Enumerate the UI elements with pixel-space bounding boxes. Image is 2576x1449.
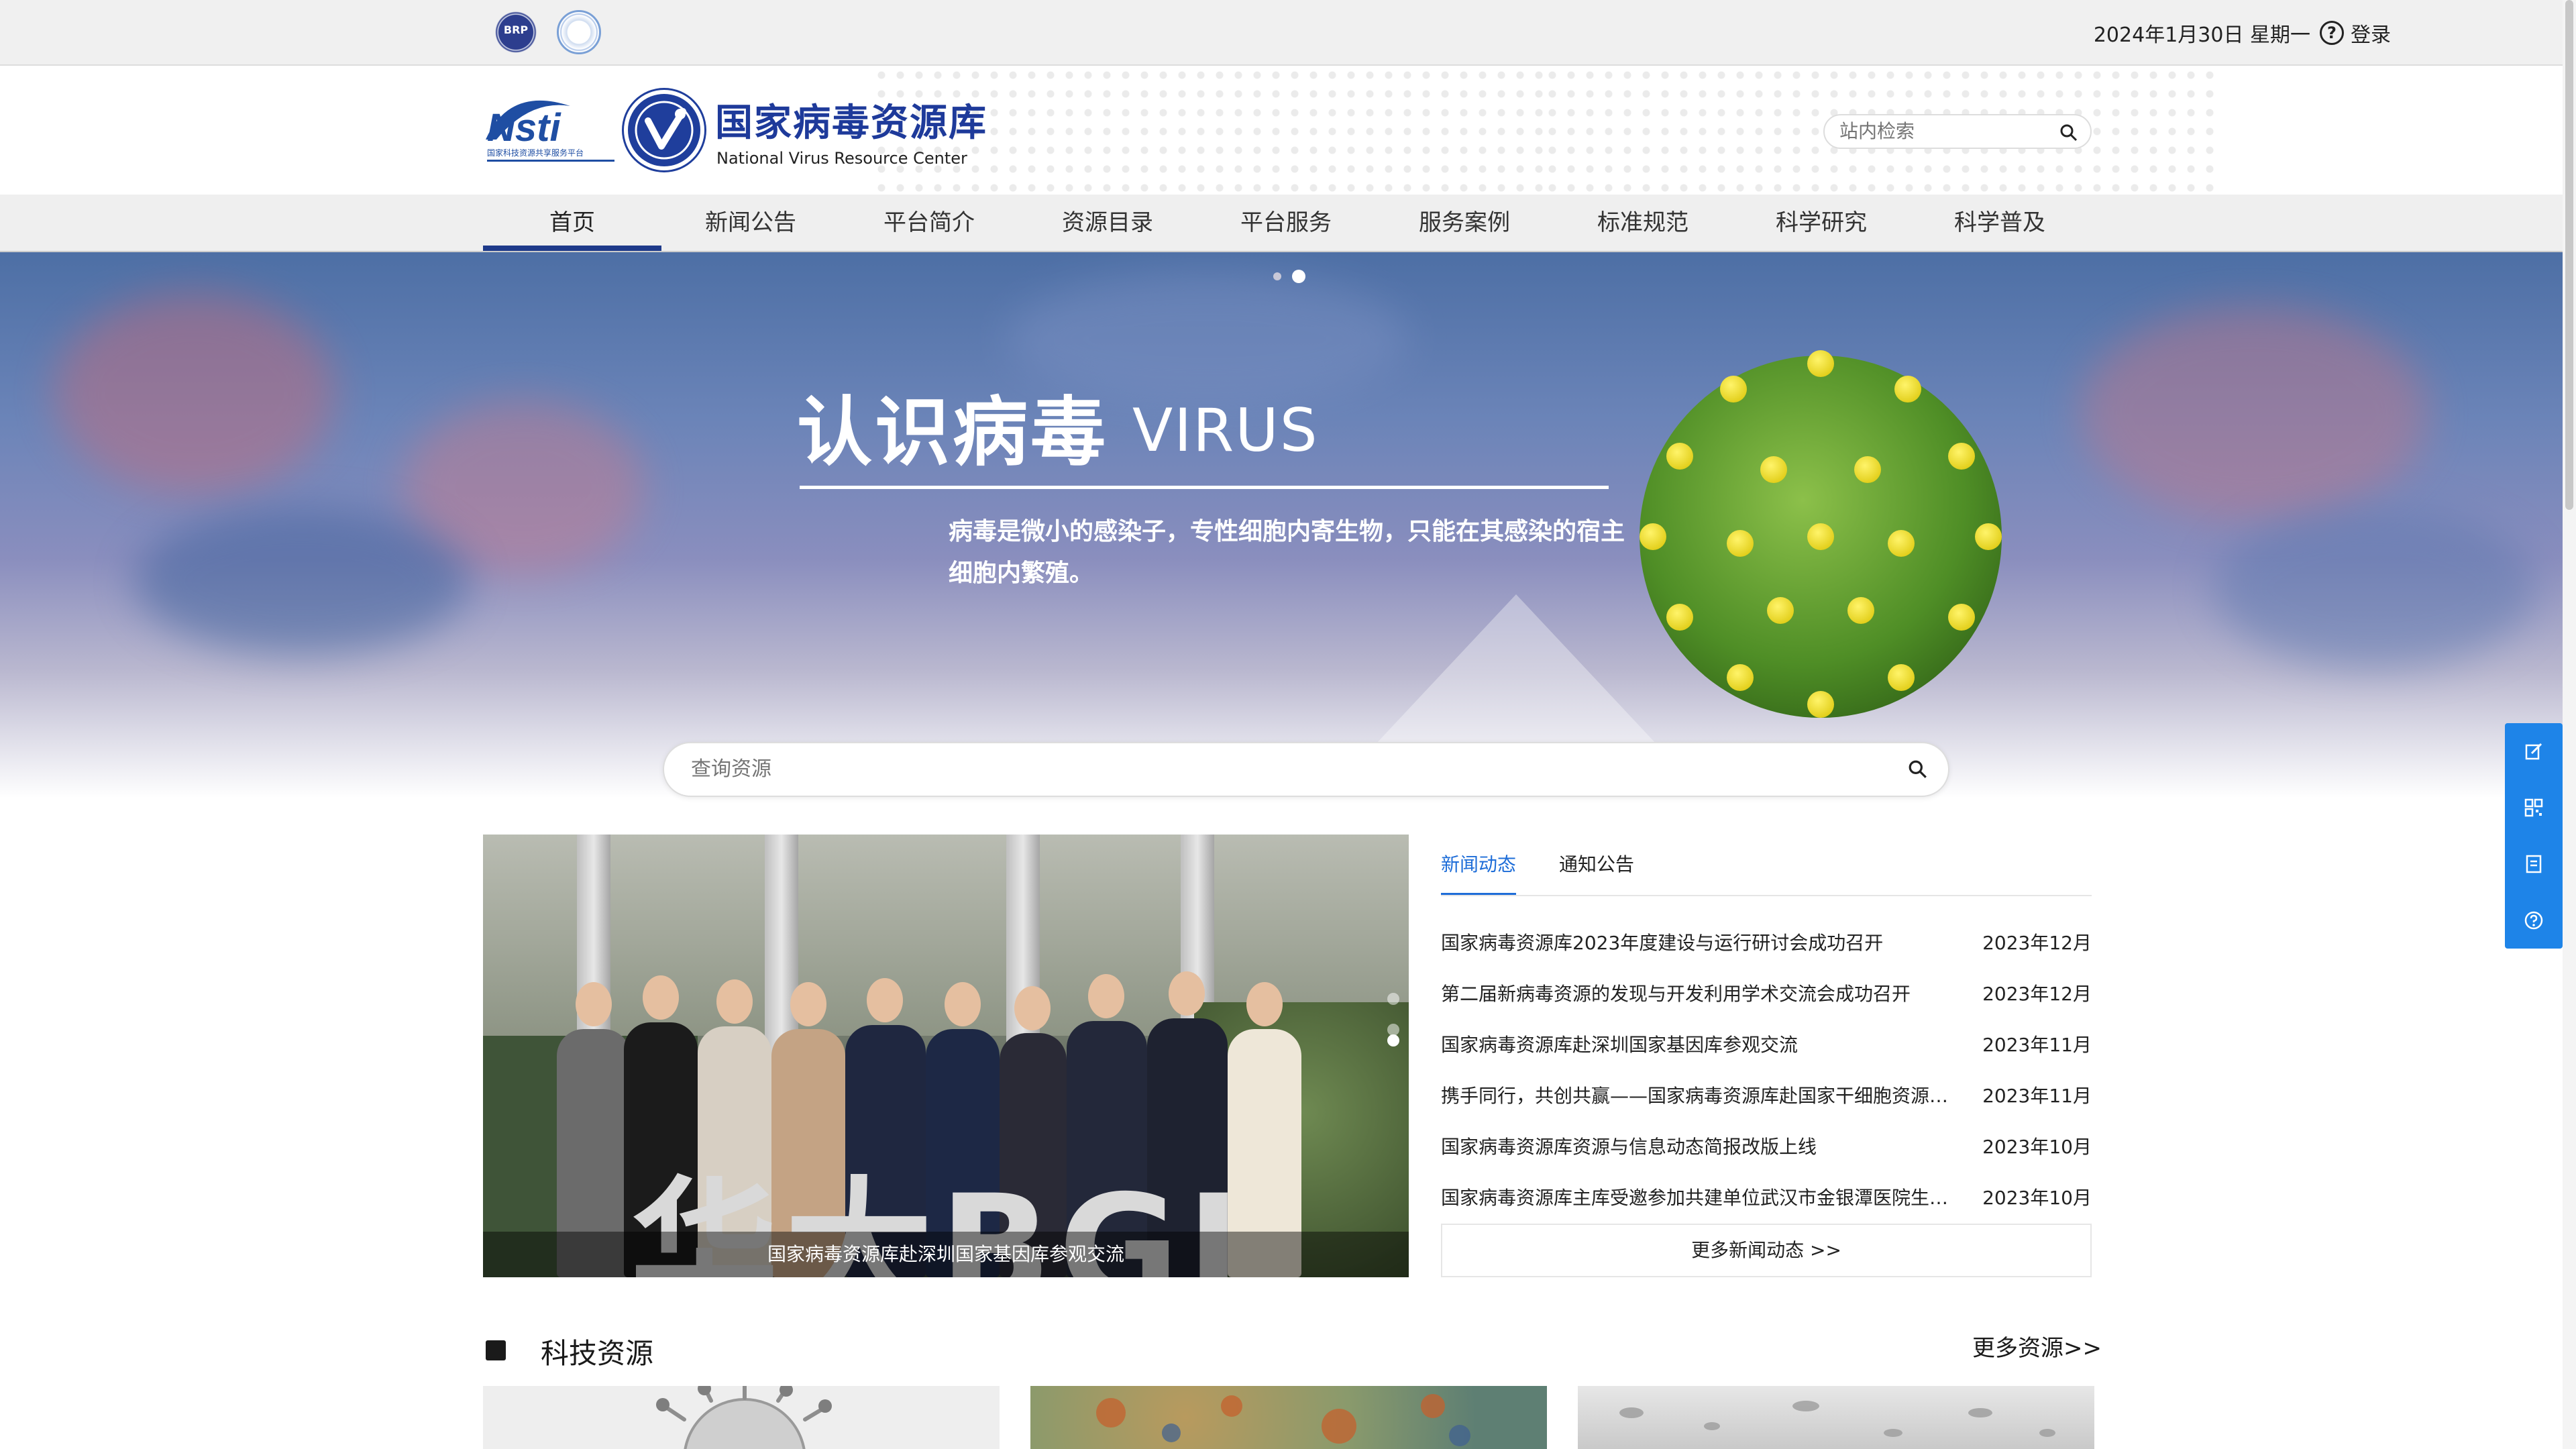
carousel-dot[interactable] [1387, 1034, 1399, 1046]
nsti-logo-caption: 国家科技资源共享服务平台 [487, 148, 584, 158]
news-date: 2023年12月 [1982, 932, 2092, 954]
nav-research[interactable]: 科学研究 [1732, 195, 1911, 251]
top-bar-right: 2024年1月30日 星期一 ? 登录 [2094, 0, 2391, 66]
nav-home[interactable]: 首页 [483, 195, 661, 251]
scrollbar-thumb[interactable] [2565, 0, 2573, 510]
news-title[interactable]: 国家病毒资源库主库受邀参加共建单位武汉市金银潭医院生物安全培训 [1441, 1182, 1957, 1214]
tab-notices[interactable]: 通知公告 [1559, 848, 1634, 881]
site-search-input[interactable] [1825, 115, 2039, 148]
resource-card-microscopy[interactable] [1578, 1386, 2094, 1449]
floating-side-toolbar [2505, 723, 2563, 949]
banner-blob [54, 292, 335, 494]
current-date: 2024年1月30日 星期一 [2093, 23, 2310, 47]
slide-dot-1[interactable] [1273, 272, 1281, 280]
resource-search-box [663, 742, 1949, 797]
nav-service-cases[interactable]: 服务案例 [1375, 195, 1554, 251]
nav-platform-services[interactable]: 平台服务 [1197, 195, 1375, 251]
partner-seal-logo[interactable] [557, 10, 601, 54]
more-news-button[interactable]: 更多新闻动态 >> [1441, 1224, 2092, 1277]
banner-blob [2080, 306, 2428, 521]
help-icon[interactable] [2505, 892, 2563, 949]
site-search-box [1823, 114, 2092, 149]
site-header: Nsti 国家科技资源共享服务平台 国家病毒资源库 National Virus… [0, 66, 2576, 195]
news-title[interactable]: 国家病毒资源库2023年度建设与运行研讨会成功召开 [1441, 927, 1957, 959]
banner-title-en: VIRUS [1132, 396, 1319, 465]
news-photo-carousel[interactable]: 华大BGI 国家病毒资源库赴深圳国家基因库参观交流 [483, 835, 1409, 1277]
news-list-item[interactable]: 国家病毒资源库资源与信息动态简报改版上线 2023年10月 [1441, 1131, 2092, 1163]
document-icon[interactable] [2505, 836, 2563, 892]
top-bar: BRP 2024年1月30日 星期一 ? 登录 [0, 0, 2576, 66]
news-list-item[interactable]: 国家病毒资源库主库受邀参加共建单位武汉市金银潭医院生物安全培训 2023年10月 [1441, 1182, 2092, 1214]
hero-banner: 认识病毒 VIRUS 病毒是微小的感染子，专性细胞内寄生物，只能在其感染的宿主细… [0, 252, 2576, 809]
resource-search-input[interactable] [664, 743, 1858, 796]
resources-section-title: 科技资源 [541, 1337, 654, 1370]
site-title[interactable]: 国家病毒资源库 [715, 93, 987, 147]
news-list-item[interactable]: 国家病毒资源库2023年度建设与运行研讨会成功召开 2023年12月 [1441, 927, 2092, 959]
banner-blob [2214, 507, 2536, 668]
edit-icon[interactable] [2505, 723, 2563, 780]
news-date: 2023年11月 [1982, 1034, 2092, 1056]
photo-caption[interactable]: 国家病毒资源库赴深圳国家基因库参观交流 [483, 1232, 1409, 1277]
section-square-icon [486, 1340, 506, 1360]
tabs-divider [1441, 895, 2092, 896]
nav-resource-catalog[interactable]: 资源目录 [1018, 195, 1197, 251]
nsti-logo[interactable]: Nsti 国家科技资源共享服务平台 [483, 93, 621, 166]
nav-platform-intro[interactable]: 平台简介 [840, 195, 1018, 251]
news-date: 2023年11月 [1982, 1085, 2092, 1107]
banner-blob [134, 507, 470, 655]
brp-logo[interactable]: BRP [494, 10, 538, 54]
news-title[interactable]: 第二届新病毒资源的发现与开发利用学术交流会成功召开 [1441, 978, 1957, 1010]
news-title[interactable]: 国家病毒资源库赴深圳国家基因库参观交流 [1441, 1029, 1957, 1061]
virus-illustration [1640, 350, 2002, 718]
resource-card-cells[interactable] [1030, 1386, 1547, 1449]
qrcode-icon[interactable] [2505, 780, 2563, 836]
nsti-logo-text: Nsti [487, 106, 561, 150]
more-resources-link[interactable]: 更多资源>> [1972, 1330, 2102, 1362]
nav-science-popularization[interactable]: 科学普及 [1911, 195, 2089, 251]
search-icon[interactable] [1908, 759, 1928, 782]
news-date: 2023年12月 [1982, 983, 2092, 1005]
page-scrollbar[interactable] [2563, 0, 2576, 1449]
virus-center-logo[interactable] [624, 90, 704, 170]
banner-divider [800, 486, 1609, 489]
nav-standards[interactable]: 标准规范 [1554, 195, 1732, 251]
search-icon[interactable] [2059, 123, 2078, 145]
nav-news[interactable]: 新闻公告 [661, 195, 840, 251]
banner-description: 病毒是微小的感染子，专性细胞内寄生物，只能在其感染的宿主细胞内繁殖。 [949, 518, 1625, 587]
news-list-item[interactable]: 携手同行，共创共赢——国家病毒资源库赴国家干细胞资源库交流 2023年11月 [1441, 1080, 2092, 1112]
tab-news-updates[interactable]: 新闻动态 [1441, 848, 1517, 896]
news-date: 2023年10月 [1982, 1187, 2092, 1209]
help-circle-icon[interactable]: ? [2320, 21, 2344, 45]
site-subtitle: National Virus Resource Center [716, 149, 967, 168]
news-list-item[interactable]: 国家病毒资源库赴深圳国家基因库参观交流 2023年11月 [1441, 1029, 2092, 1061]
news-title[interactable]: 国家病毒资源库资源与信息动态简报改版上线 [1441, 1131, 1957, 1163]
main-nav: 首页 新闻公告 平台简介 资源目录 平台服务 服务案例 标准规范 科学研究 科学… [0, 195, 2576, 252]
carousel-dot[interactable] [1387, 993, 1399, 1005]
news-title[interactable]: 携手同行，共创共赢——国家病毒资源库赴国家干细胞资源库交流 [1441, 1080, 1957, 1112]
news-list-item[interactable]: 第二届新病毒资源的发现与开发利用学术交流会成功召开 2023年12月 [1441, 978, 2092, 1010]
resource-card-virus[interactable] [483, 1386, 1000, 1449]
login-link[interactable]: 登录 [2351, 18, 2391, 48]
slide-dot-2[interactable] [1292, 270, 1305, 283]
news-date: 2023年10月 [1982, 1136, 2092, 1158]
brp-logo-text: BRP [503, 23, 529, 36]
banner-title: 认识病毒 [797, 389, 1108, 476]
